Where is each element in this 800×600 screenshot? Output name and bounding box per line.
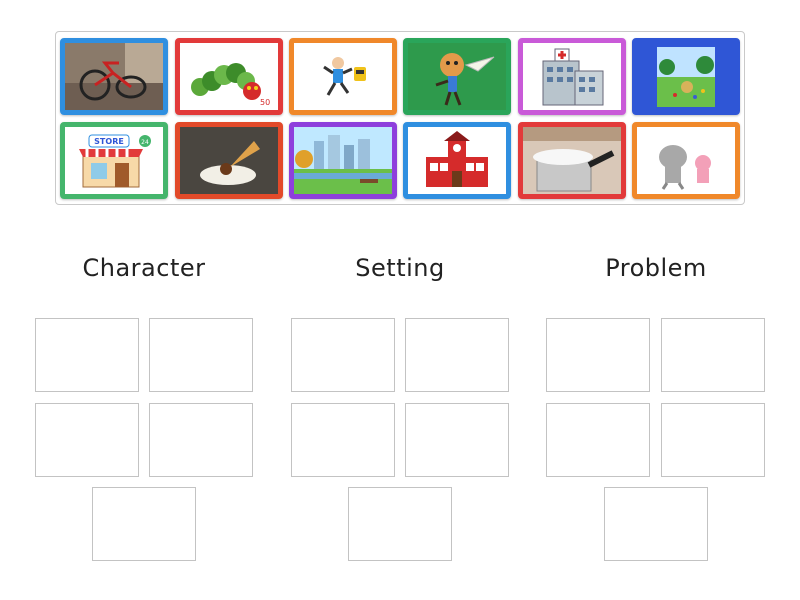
character-drop-slot[interactable] [35, 403, 139, 477]
dropped-icecream-image [180, 127, 278, 194]
card-school[interactable] [403, 122, 511, 199]
boiling-pot-image [523, 127, 621, 194]
elephant-and-pig-image [637, 127, 735, 194]
card-store[interactable]: STORE 24 [60, 122, 168, 199]
park-people-image [637, 43, 735, 110]
card-runner[interactable] [289, 38, 397, 115]
card-caterpillar[interactable]: 50 [175, 38, 283, 115]
setting-drop-slot[interactable] [348, 487, 452, 561]
setting-drop-slot[interactable] [405, 318, 509, 392]
setting-drop-slot[interactable] [291, 403, 395, 477]
category-heading-character: Character [82, 254, 206, 282]
city-park-image [294, 127, 392, 194]
setting-drop-slot[interactable] [405, 403, 509, 477]
school-building-image [408, 127, 506, 194]
category-heading-setting: Setting [355, 254, 445, 282]
hospital-image [523, 43, 621, 110]
boy-paper-airplane-image [408, 43, 506, 110]
caterpillar-image: 50 [180, 43, 278, 110]
caterpillar-badge-text: 50 [260, 98, 270, 107]
card-boy-airplane[interactable] [403, 38, 511, 115]
card-city-park[interactable] [289, 122, 397, 199]
store-image: STORE 24 [65, 127, 163, 194]
card-icecream[interactable] [175, 122, 283, 199]
character-drop-slot[interactable] [149, 318, 253, 392]
store-badge-text: 24 [141, 139, 149, 146]
problem-drop-slot[interactable] [661, 403, 765, 477]
setting-drop-slot[interactable] [291, 318, 395, 392]
character-drop-slot[interactable] [92, 487, 196, 561]
problem-drop-slot[interactable] [661, 318, 765, 392]
category-heading-problem: Problem [605, 254, 707, 282]
character-drop-slot[interactable] [35, 318, 139, 392]
store-sign-text: STORE [94, 137, 124, 146]
character-drop-slot[interactable] [149, 403, 253, 477]
running-boy-image [294, 43, 392, 110]
card-bike[interactable] [60, 38, 168, 115]
problem-drop-slot[interactable] [546, 403, 650, 477]
card-park-people[interactable] [632, 38, 740, 115]
card-hospital[interactable] [518, 38, 626, 115]
card-elephant-pig[interactable] [632, 122, 740, 199]
problem-drop-slot[interactable] [604, 487, 708, 561]
broken-bike-image [65, 43, 163, 110]
card-pot-overflow[interactable] [518, 122, 626, 199]
problem-drop-slot[interactable] [546, 318, 650, 392]
